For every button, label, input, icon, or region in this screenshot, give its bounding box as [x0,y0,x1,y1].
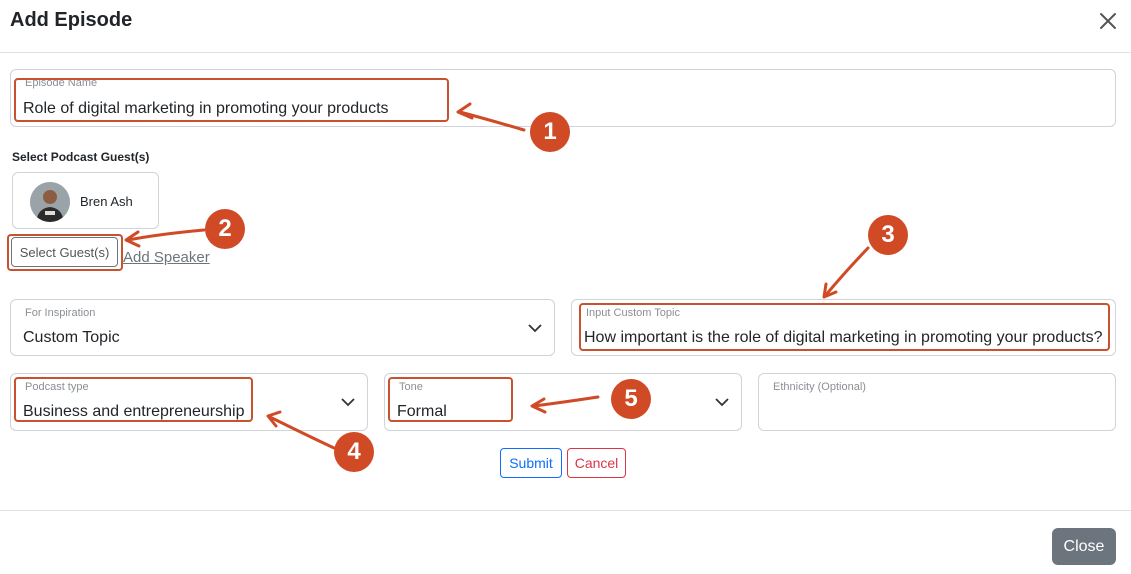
annotation-badge-2: 2 [205,209,245,249]
tone-value: Formal [397,403,447,420]
podcast-type-label: Podcast type [25,381,89,393]
annotation-badge-5: 5 [611,379,651,419]
guest-name: Bren Ash [80,194,133,209]
cancel-button[interactable]: Cancel [567,448,626,478]
chevron-down-icon [341,398,355,407]
inspiration-label: For Inspiration [25,307,96,319]
close-button[interactable]: Close [1052,528,1116,565]
annotation-badge-1: 1 [530,112,570,152]
dialog-title: Add Episode [10,9,133,31]
add-speaker-link[interactable]: Add Speaker [123,249,210,266]
tone-select[interactable]: Tone Formal [384,373,742,431]
footer-divider [0,510,1131,511]
chevron-down-icon [715,398,729,407]
avatar [30,182,70,222]
episode-name-value: Role of digital marketing in promoting y… [23,100,389,117]
custom-topic-label: Input Custom Topic [586,307,680,319]
guests-section-label: Select Podcast Guest(s) [12,150,150,164]
ethnicity-label: Ethnicity (Optional) [773,381,866,393]
ethnicity-field[interactable]: Ethnicity (Optional) [758,373,1116,431]
custom-topic-field[interactable]: Input Custom Topic How important is the … [571,299,1116,356]
episode-name-label: Episode Name [25,77,98,89]
close-icon[interactable] [1096,9,1120,33]
custom-topic-value: How important is the role of digital mar… [584,329,1103,346]
inspiration-select[interactable]: For Inspiration Custom Topic [10,299,555,356]
header-divider [0,52,1131,53]
podcast-type-select[interactable]: Podcast type Business and entrepreneursh… [10,373,368,431]
chevron-down-icon [528,324,542,333]
annotation-badge-4: 4 [334,432,374,472]
annotation-badge-3: 3 [868,215,908,255]
submit-button[interactable]: Submit [500,448,562,478]
select-guests-button[interactable]: Select Guest(s) [11,237,118,267]
podcast-type-value: Business and entrepreneurship [23,403,245,420]
tone-label: Tone [399,381,423,393]
inspiration-value: Custom Topic [23,329,120,346]
guest-card[interactable]: Bren Ash [12,172,159,229]
